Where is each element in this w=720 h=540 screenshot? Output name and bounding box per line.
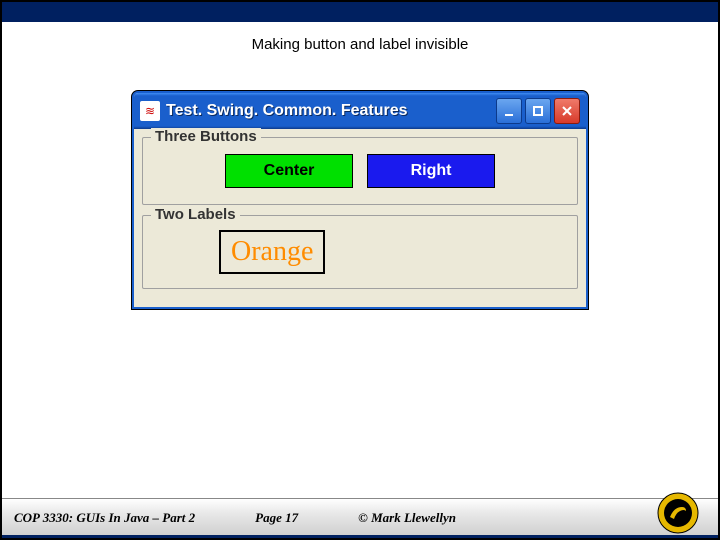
minimize-button[interactable]: [496, 98, 522, 124]
java-icon: ≋: [140, 101, 160, 121]
footer-copyright: © Mark Llewellyn: [358, 510, 456, 526]
footer-page: Page 17: [255, 510, 298, 526]
three-buttons-panel: Three Buttons Center Right: [142, 137, 578, 205]
button-row: Center Right: [151, 148, 569, 194]
window-title: Test. Swing. Common. Features: [166, 102, 490, 120]
close-icon: [560, 104, 574, 118]
slide-footer: COP 3330: GUIs In Java – Part 2 Page 17 …: [2, 498, 718, 538]
titlebar[interactable]: ≋ Test. Swing. Common. Features: [134, 93, 586, 129]
slide: Making button and label invisible ≋ Test…: [0, 0, 720, 540]
pegasus-icon: [656, 491, 700, 535]
orange-label: Orange: [219, 230, 325, 274]
right-button[interactable]: Right: [367, 154, 495, 188]
three-buttons-legend: Three Buttons: [151, 128, 261, 145]
two-labels-legend: Two Labels: [151, 206, 240, 223]
window-controls: [496, 98, 580, 124]
close-button[interactable]: [554, 98, 580, 124]
footer-course: COP 3330: GUIs In Java – Part 2: [14, 510, 195, 526]
swing-window: ≋ Test. Swing. Common. Features Th: [132, 91, 588, 309]
window-client-area: Three Buttons Center Right Two Labels Or…: [134, 129, 586, 307]
two-labels-panel: Two Labels Orange: [142, 215, 578, 289]
minimize-icon: [502, 104, 516, 118]
center-button[interactable]: Center: [225, 154, 353, 188]
maximize-icon: [531, 104, 545, 118]
labels-row: Orange: [151, 226, 569, 278]
slide-top-accent: [2, 2, 718, 22]
ucf-logo: [656, 491, 700, 535]
maximize-button[interactable]: [525, 98, 551, 124]
slide-caption: Making button and label invisible: [2, 22, 718, 61]
slide-content: ≋ Test. Swing. Common. Features Th: [2, 61, 718, 498]
